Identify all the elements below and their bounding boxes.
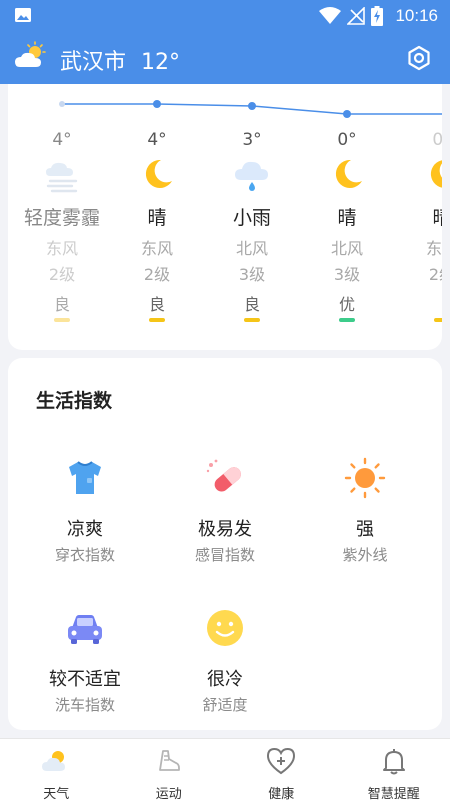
status-bar: 10:16	[0, 0, 450, 32]
shoe-icon	[158, 750, 180, 771]
nav-item-sports[interactable]: 运动	[113, 739, 226, 800]
nav-label: 健康	[268, 787, 295, 800]
day-condition: 晴	[337, 207, 357, 229]
nav-item-health[interactable]: 健康	[225, 739, 338, 800]
aqi-indicator	[434, 318, 442, 322]
index-label: 洗车指数	[54, 696, 115, 714]
day-air-quality: 良	[243, 295, 260, 314]
no-signal-icon	[347, 7, 366, 25]
moon-icon	[430, 160, 442, 188]
bell-icon	[382, 749, 405, 775]
day-air-quality: 良	[53, 295, 70, 314]
nav-item-weather[interactable]: 天气	[0, 739, 113, 800]
light-rain-icon	[235, 161, 268, 191]
clothing-index[interactable]: 凉爽 穿衣指数	[13, 456, 157, 566]
battery-charging-icon	[371, 6, 384, 26]
index-label: 紫外线	[342, 546, 388, 564]
bottom-navigation: 天气 运动 健康 智慧提醒	[0, 738, 450, 800]
day-air-quality	[395, 294, 442, 316]
sun-icon	[344, 457, 386, 499]
nav-label: 天气	[43, 787, 70, 800]
nav-label: 运动	[155, 787, 182, 800]
aqi-indicator	[54, 318, 70, 322]
wifi-icon	[319, 7, 342, 24]
temperature-trend-line	[59, 100, 442, 118]
settings-icon[interactable]	[406, 45, 432, 71]
day-condition: 轻度雾霾	[23, 207, 100, 229]
moon-icon	[145, 159, 172, 188]
day-temperature: 0°	[337, 130, 357, 150]
life-index-card: 生活指数 凉爽 穿衣指数 极易发 感冒指数 强 紫外线 较不适宜 洗车指数 很冷…	[8, 358, 442, 730]
partly-cloudy-logo-icon	[15, 41, 46, 67]
day-wind-level: 2级	[48, 265, 76, 284]
current-temperature: 12°	[141, 50, 181, 75]
comfort-index[interactable]: 很冷 舒适度	[153, 606, 297, 716]
day-air-quality: 良	[148, 295, 165, 314]
day-condition: 晴	[432, 207, 442, 229]
forecast-day[interactable]: 0° 晴 北风 3级 优	[300, 128, 394, 322]
day-wind-direction: 东风	[140, 239, 173, 258]
index-value: 较不适宜	[49, 669, 121, 690]
app-header: 武汉市 12°	[0, 32, 450, 84]
day-temperature: 4°	[52, 130, 72, 150]
index-value: 很冷	[207, 669, 243, 690]
nav-label: 智慧提醒	[367, 787, 420, 800]
day-wind-direction: 北风	[330, 239, 363, 258]
day-wind-level: 2级	[143, 265, 171, 284]
aqi-indicator	[244, 318, 260, 322]
index-value: 极易发	[198, 519, 252, 540]
day-temperature: 0°	[432, 130, 442, 150]
cold-index[interactable]: 极易发 感冒指数	[153, 456, 297, 566]
day-wind-level: 3级	[238, 265, 266, 284]
car-wash-index[interactable]: 较不适宜 洗车指数	[13, 606, 157, 716]
day-wind-direction: 东风	[45, 239, 78, 258]
status-time: 10:16	[395, 6, 438, 25]
day-wind-level: 2级	[428, 265, 442, 284]
uv-index[interactable]: 强 紫外线	[293, 456, 437, 566]
index-label: 感冒指数	[194, 546, 255, 564]
aqi-indicator	[149, 318, 165, 322]
day-wind-direction: 东风	[425, 239, 442, 258]
smiley-icon	[207, 610, 243, 646]
forecast-day[interactable]: 0° 晴 东风 2级	[395, 128, 442, 322]
day-temperature: 4°	[147, 130, 167, 150]
haze-icon	[46, 162, 78, 193]
forecast-day[interactable]: 4° 晴 东风 2级 良	[110, 128, 204, 322]
forecast-day[interactable]: 4° 轻度雾霾 东风 2级 良	[15, 128, 109, 322]
index-label: 穿衣指数	[54, 546, 115, 564]
day-wind-direction: 北风	[235, 239, 268, 258]
image-notification-icon	[15, 8, 31, 22]
day-wind-level: 3级	[333, 265, 361, 284]
index-value: 强	[356, 519, 374, 540]
forecast-card[interactable]: 4° 轻度雾霾 东风 2级 良 4° 晴 东风 2级 良 3° 小雨 北风 3级	[8, 84, 442, 350]
index-label: 舒适度	[202, 696, 248, 714]
life-index-title: 生活指数	[36, 390, 113, 412]
moon-icon	[335, 159, 362, 188]
city-name[interactable]: 武汉市	[60, 50, 126, 75]
nav-item-smart-reminder[interactable]: 智慧提醒	[338, 739, 450, 800]
index-value: 凉爽	[67, 519, 103, 540]
car-icon	[68, 615, 102, 644]
day-condition: 小雨	[232, 207, 271, 229]
weather-icon	[42, 751, 66, 771]
day-condition: 晴	[147, 207, 167, 229]
pill-icon	[206, 459, 241, 492]
forecast-day[interactable]: 3° 小雨 北风 3级 良	[205, 128, 299, 322]
heart-plus-icon	[267, 747, 296, 775]
day-air-quality: 优	[338, 295, 355, 314]
aqi-indicator	[339, 318, 355, 322]
day-temperature: 3°	[242, 130, 262, 150]
tshirt-icon	[69, 461, 101, 494]
